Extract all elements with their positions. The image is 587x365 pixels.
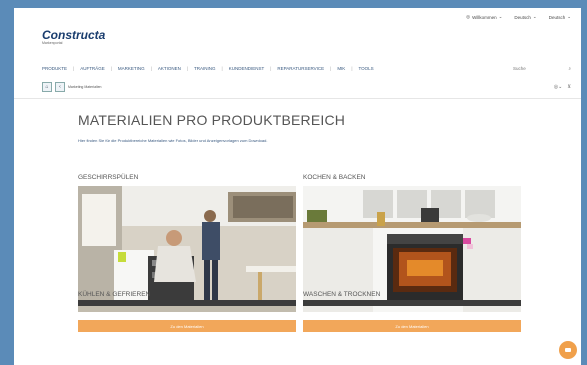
top-utility-bar: ◎ Willkommen ⌄ Deutsch ⌄ Deutsch ⌄: [466, 14, 571, 20]
back-icon[interactable]: ‹: [55, 82, 65, 92]
search-input[interactable]: Suche: [513, 66, 526, 71]
nav-item-kundendienst[interactable]: KUNDENDIENST: [229, 66, 265, 71]
search-field[interactable]: Suche ⌕: [513, 64, 571, 73]
nav-separator: |: [221, 66, 223, 71]
page-intro: Hier finden Sie für die Produktbereiche …: [78, 138, 268, 143]
language-menu[interactable]: Deutsch ⌄: [514, 14, 536, 20]
chat-icon: [565, 348, 571, 352]
nav-item-aktionen[interactable]: AKTIONEN: [158, 66, 181, 71]
breadcrumb[interactable]: Marketing Materialien: [68, 85, 101, 89]
category-title-waschen-trocknen: WASCHEN & TROCKNEN: [303, 291, 381, 298]
category-title: KOCHEN & BACKEN: [303, 174, 366, 181]
materials-button[interactable]: Zu den Materialien: [78, 320, 296, 332]
header-divider: [14, 98, 581, 99]
nav-separator: |: [330, 66, 332, 71]
nav-separator: |: [186, 66, 188, 71]
category-title: GESCHIRRSPÜLEN: [78, 174, 139, 181]
nav-item-tools[interactable]: TOOLS: [359, 66, 374, 71]
toolbar-actions: ◎⌄ ⊻: [554, 84, 571, 90]
nav-separator: |: [73, 66, 75, 71]
nav-item-produkte[interactable]: PRODUKTE: [42, 66, 67, 71]
nav-item-mik[interactable]: MIK: [337, 66, 345, 71]
chevron-down-icon: ⌄: [567, 14, 571, 19]
welcome-menu[interactable]: ◎ Willkommen ⌄: [466, 14, 502, 20]
main-content: MATERIALIEN PRO PRODUKTBEREICH Hier find…: [78, 104, 523, 332]
page-title: MATERIALIEN PRO PRODUKTBEREICH: [78, 112, 346, 128]
nav-item-marketing[interactable]: MARKETING: [118, 66, 145, 71]
nav-separator: |: [351, 66, 353, 71]
browser-window: ◎ Willkommen ⌄ Deutsch ⌄ Deutsch ⌄ Const…: [14, 8, 581, 365]
chat-button[interactable]: [559, 341, 577, 359]
welcome-label: Willkommen: [472, 14, 497, 20]
nav-separator: |: [150, 66, 152, 71]
cart-icon[interactable]: ⊻: [567, 84, 571, 90]
category-title-kuehlen-gefrieren: KÜHLEN & GEFRIEREN: [78, 291, 151, 298]
nav-separator: |: [270, 66, 272, 71]
settings-label: Deutsch: [548, 14, 566, 20]
nav-item-training[interactable]: TRAINING: [194, 66, 216, 71]
page-toolbar: ⌂ ‹ Marketing Materialien: [42, 82, 101, 92]
main-navigation: PRODUKTE | AUFTRÄGE | MARKETING | AKTIONEN |…: [42, 66, 562, 71]
category-card-geschirrspuelen: GESCHIRRSPÜLEN Zu den Materialien: [78, 174, 296, 332]
brand-logo[interactable]: Constructa: [42, 28, 105, 42]
nav-item-auftraege[interactable]: AUFTRÄGE: [80, 66, 105, 71]
chevron-down-icon: ⌄: [498, 14, 503, 19]
user-icon: ◎: [466, 14, 471, 19]
options-icon[interactable]: ◎⌄: [554, 84, 563, 90]
search-icon[interactable]: ⌕: [568, 66, 571, 71]
settings-menu[interactable]: Deutsch ⌄: [549, 14, 571, 20]
language-label: Deutsch: [514, 14, 531, 20]
laundry-photo-preview[interactable]: [303, 300, 521, 306]
home-icon[interactable]: ⌂: [42, 82, 52, 92]
chevron-down-icon: ⌄: [532, 14, 537, 19]
category-card-kochen-backen: KOCHEN & BACKEN Zu den Materialien: [303, 174, 521, 332]
fridge-photo-preview[interactable]: [78, 300, 296, 306]
brand-subtitle: Markenportal: [42, 41, 63, 45]
nav-item-reparaturservice[interactable]: REPARATURSERVICE: [277, 66, 324, 71]
materials-button[interactable]: Zu den Materialien: [303, 320, 521, 332]
nav-separator: |: [110, 66, 112, 71]
